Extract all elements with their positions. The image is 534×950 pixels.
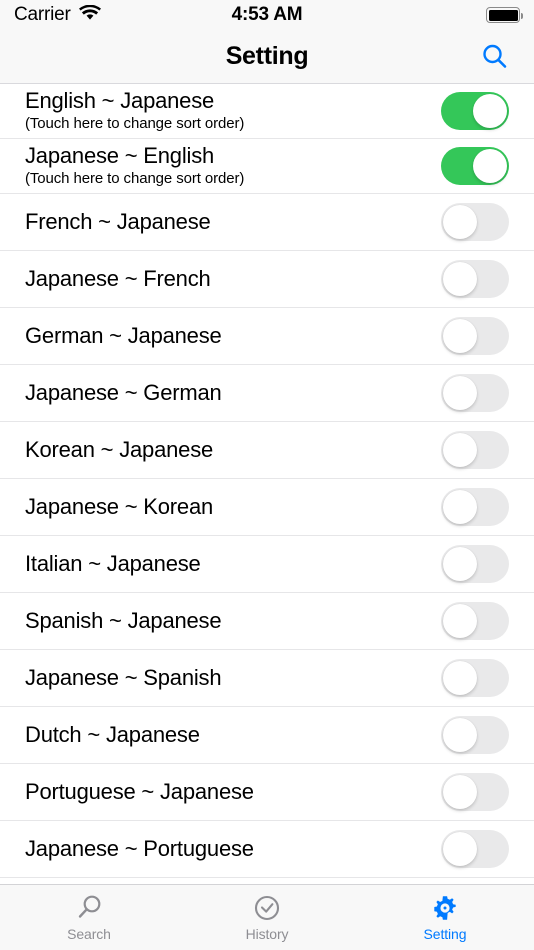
settings-row[interactable]: Japanese ~ Spanish [0,650,534,707]
settings-row[interactable]: Dutch ~ Japanese [0,707,534,764]
tab-history[interactable]: History [178,885,356,950]
toggle-knob [443,661,477,695]
settings-row-subtitle: (Touch here to change sort order) [25,114,245,132]
settings-row-text: German ~ Japanese [25,322,441,349]
toggle-switch[interactable] [441,203,509,241]
settings-row-text: English ~ Japanese (Touch here to change … [25,89,441,133]
settings-row[interactable]: Korean ~ Japanese [0,422,534,479]
settings-row-title: Japanese ~ Korean [25,493,214,519]
settings-row[interactable]: Spanish ~ Japanese [0,593,534,650]
toggle-switch[interactable] [441,92,509,130]
toggle-knob [443,718,477,752]
settings-row-title: Japanese ~ German [25,379,222,405]
status-bar-left: Carrier [14,4,101,26]
settings-row-title: French ~ Japanese [25,208,211,234]
settings-row-text: Japanese ~ French [25,265,441,292]
toggle-switch[interactable] [441,431,509,469]
settings-row-subtitle: (Touch here to change sort order) [25,169,245,187]
settings-row-title: German ~ Japanese [25,322,222,348]
settings-row[interactable]: Italian ~ Japanese [0,536,534,593]
settings-row-text: Japanese ~ Portuguese [25,835,441,862]
settings-row-title: Japanese ~ Spanish [25,664,222,690]
settings-row-title: Spanish ~ Japanese [25,607,222,633]
tab-search[interactable]: Search [0,885,178,950]
toggle-switch[interactable] [441,830,509,868]
toggle-switch[interactable] [441,147,509,185]
tab-label-history: History [245,926,289,942]
settings-row[interactable]: Japanese ~ Korean [0,479,534,536]
settings-row[interactable]: English ~ Japanese (Touch here to change … [0,84,534,139]
settings-row-title: English ~ Japanese [25,88,215,114]
status-bar-right [486,7,523,23]
toggle-switch[interactable] [441,716,509,754]
settings-row[interactable]: Portuguese ~ Japanese [0,764,534,821]
toggle-knob [443,547,477,581]
settings-row-text: Italian ~ Japanese [25,550,441,577]
tab-setting[interactable]: Setting [356,885,534,950]
settings-row-title: Italian ~ Japanese [25,550,201,576]
settings-row-text: Japanese ~ English (Touch here to change … [25,144,441,188]
toggle-knob [443,433,477,467]
settings-row-title: Japanese ~ English [25,143,215,169]
settings-row[interactable]: French ~ Japanese [0,194,534,251]
tab-label-search: Search [67,926,111,942]
settings-row[interactable]: Japanese ~ Portuguese [0,821,534,878]
carrier-label: Carrier [14,4,71,25]
toggle-switch[interactable] [441,659,509,697]
settings-row-title: Dutch ~ Japanese [25,721,200,747]
toggle-switch[interactable] [441,488,509,526]
settings-row-title: Korean ~ Japanese [25,436,214,462]
toggle-knob [443,262,477,296]
navigation-bar: Setting [0,30,534,84]
tab-label-setting: Setting [423,926,467,942]
page-title: Setting [225,42,309,70]
toggle-knob [443,205,477,239]
toggle-switch[interactable] [441,545,509,583]
settings-row-text: Japanese ~ Korean [25,493,441,520]
app-window: Carrier 4:53 AM Setting English ~ Japane… [0,0,534,950]
toggle-switch[interactable] [441,260,509,298]
toggle-switch[interactable] [441,317,509,355]
settings-row[interactable]: Japanese ~ German [0,365,534,422]
search-icon[interactable] [476,38,514,76]
toggle-knob [443,775,477,809]
settings-row-text: Japanese ~ German [25,379,441,406]
settings-row-text: Spanish ~ Japanese [25,607,441,634]
settings-row[interactable]: Japanese ~ English (Touch here to change … [0,139,534,194]
wifi-icon [78,4,101,26]
clock-check-icon [252,893,282,923]
settings-row-text: French ~ Japanese [25,208,441,235]
settings-row-title: Portuguese ~ Japanese [25,778,254,804]
toggle-switch[interactable] [441,374,509,412]
status-bar: Carrier 4:53 AM [0,0,534,30]
battery-full-icon [486,7,523,23]
toggle-knob [443,319,477,353]
tab-bar: Search History Setting [0,884,534,950]
settings-row-text: Korean ~ Japanese [25,436,441,463]
toggle-knob [443,490,477,524]
settings-list[interactable]: English ~ Japanese (Touch here to change … [0,84,534,884]
toggle-switch[interactable] [441,602,509,640]
magnifier-icon [74,893,104,923]
settings-row[interactable]: German ~ Japanese [0,308,534,365]
settings-row-text: Dutch ~ Japanese [25,721,441,748]
gear-icon [430,893,460,923]
toggle-knob [473,149,507,183]
toggle-knob [473,94,507,128]
toggle-knob [443,376,477,410]
toggle-knob [443,832,477,866]
settings-row[interactable]: Japanese ~ French [0,251,534,308]
settings-row-text: Portuguese ~ Japanese [25,778,441,805]
settings-row-text: Japanese ~ Spanish [25,664,441,691]
toggle-knob [443,604,477,638]
settings-row-title: Japanese ~ French [25,265,211,291]
toggle-switch[interactable] [441,773,509,811]
settings-row-title: Japanese ~ Portuguese [25,835,254,861]
